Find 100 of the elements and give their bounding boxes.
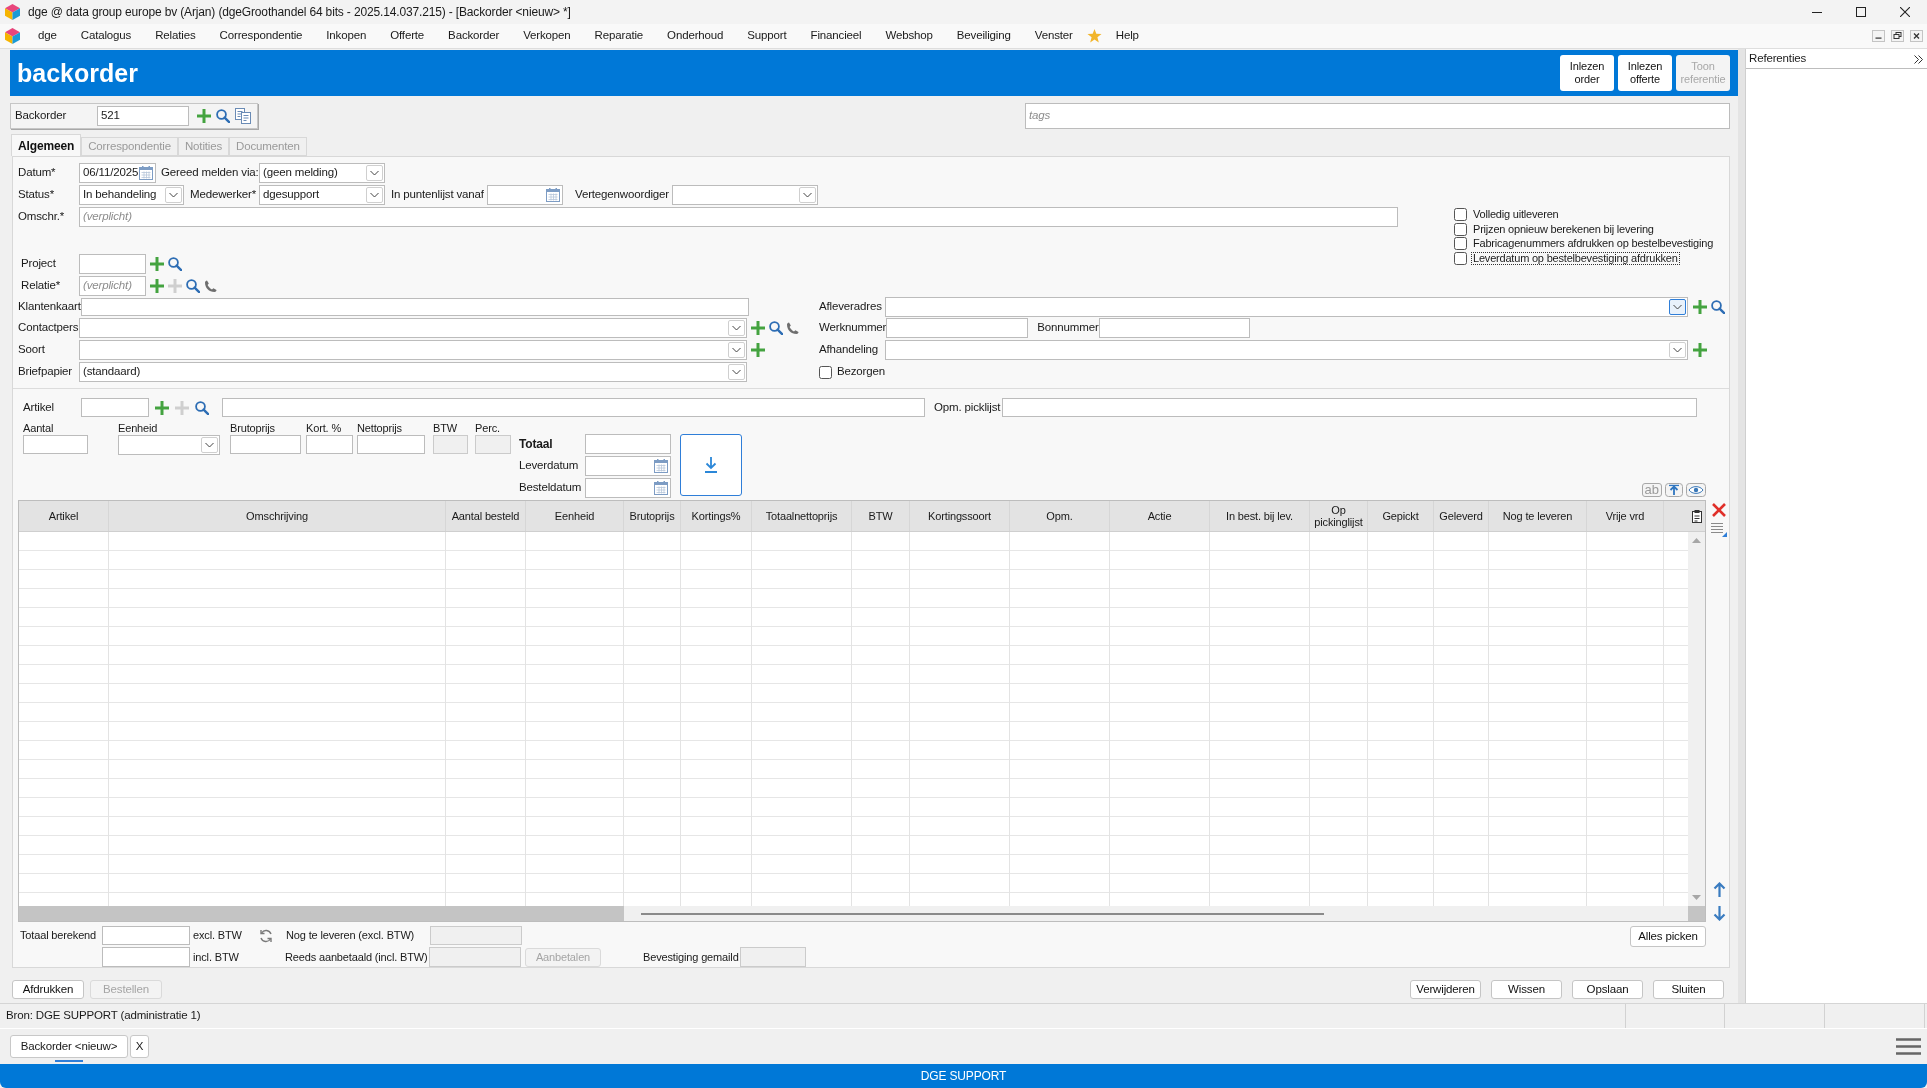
- dropdown[interactable]: In behandeling: [79, 185, 184, 205]
- checkbox[interactable]: [1454, 237, 1467, 250]
- column-header[interactable]: Brutoprijs: [629, 510, 675, 522]
- menu-icon[interactable]: [1896, 1038, 1921, 1055]
- chevron-down-icon[interactable]: [1669, 299, 1686, 315]
- arrow-down-icon[interactable]: [1712, 906, 1726, 921]
- column-header[interactable]: Vrije vrd: [1605, 510, 1645, 522]
- vertical-scrollbar[interactable]: [1688, 532, 1705, 906]
- menu-item[interactable]: Inkopen: [314, 27, 379, 45]
- readonly-field[interactable]: [740, 947, 806, 967]
- menu-item[interactable]: Support: [735, 27, 799, 45]
- dropdown[interactable]: [118, 435, 220, 455]
- search-icon[interactable]: [1711, 300, 1725, 314]
- phone-icon[interactable]: [204, 279, 217, 293]
- dropdown[interactable]: [885, 297, 1688, 317]
- text-field[interactable]: [81, 398, 149, 417]
- refresh-icon[interactable]: [259, 928, 273, 943]
- dropdown[interactable]: [885, 340, 1688, 360]
- double-chevron-icon[interactable]: [1914, 54, 1923, 64]
- calendar-icon[interactable]: [654, 459, 668, 473]
- dropdown[interactable]: (geen melding): [259, 163, 385, 183]
- upload-icon[interactable]: [1665, 483, 1683, 497]
- column-header[interactable]: Geleverd: [1439, 510, 1483, 522]
- scroll-down-icon[interactable]: [1692, 895, 1701, 900]
- search-icon[interactable]: [769, 321, 783, 335]
- readonly-field[interactable]: [430, 926, 522, 945]
- dropdown[interactable]: (standaard): [79, 362, 747, 382]
- checkbox[interactable]: [1454, 208, 1467, 221]
- clipboard-icon[interactable]: [1691, 509, 1702, 523]
- delete-icon[interactable]: [1712, 503, 1726, 517]
- import-order-button[interactable]: Inlezen order: [1560, 55, 1614, 91]
- tab[interactable]: Algemeen: [11, 134, 82, 156]
- close-tab-button[interactable]: X: [130, 1035, 149, 1058]
- text-field[interactable]: [222, 398, 925, 417]
- checkbox[interactable]: [819, 365, 832, 379]
- column-header[interactable]: Omschrijving: [246, 510, 308, 522]
- column-header[interactable]: Nog te leveren: [1502, 510, 1573, 522]
- checkbox[interactable]: [1454, 251, 1467, 265]
- menu-item[interactable]: Correspondentie: [207, 27, 315, 45]
- text-field[interactable]: [102, 926, 190, 945]
- save-button[interactable]: Opslaan: [1572, 980, 1643, 999]
- column-header[interactable]: Opm.: [1046, 510, 1073, 522]
- column-header[interactable]: Actie: [1147, 510, 1172, 522]
- column-header[interactable]: BTW: [868, 510, 893, 522]
- column-header[interactable]: Totaalnettoprijs: [765, 510, 838, 522]
- text-field[interactable]: (verplicht): [79, 276, 146, 296]
- dropdown[interactable]: [79, 318, 747, 338]
- menu-item[interactable]: Catalogus: [68, 27, 144, 45]
- calendar-icon[interactable]: [546, 188, 560, 202]
- plus-icon[interactable]: [197, 109, 211, 123]
- plus-icon[interactable]: [751, 321, 765, 335]
- column-header[interactable]: Artikel: [48, 510, 79, 522]
- search-icon[interactable]: [216, 109, 230, 123]
- menu-item[interactable]: Venster: [1022, 27, 1085, 45]
- menu-item[interactable]: Webshop: [873, 27, 945, 45]
- document-tab[interactable]: Backorder <nieuw>: [10, 1035, 128, 1058]
- date-field[interactable]: [487, 185, 563, 205]
- menu-item[interactable]: Onderhoud: [655, 27, 736, 45]
- dropdown[interactable]: [672, 185, 818, 205]
- minimize-icon[interactable]: [1872, 30, 1885, 42]
- column-header[interactable]: Kortingssoort: [928, 510, 991, 522]
- column-header[interactable]: Eenheid: [554, 510, 595, 522]
- arrow-up-icon[interactable]: [1712, 882, 1726, 897]
- column-header[interactable]: Op pickinglijst: [1310, 504, 1367, 528]
- readonly-field[interactable]: [433, 435, 468, 454]
- scroll-up-icon[interactable]: [1692, 538, 1701, 543]
- text-field[interactable]: [886, 318, 1029, 338]
- clear-button[interactable]: Wissen: [1491, 980, 1562, 999]
- checkbox[interactable]: [1454, 222, 1467, 236]
- search-icon[interactable]: [195, 400, 209, 415]
- text-field[interactable]: 521: [97, 106, 189, 126]
- plus-icon[interactable]: [155, 400, 169, 415]
- readonly-field[interactable]: [429, 947, 521, 967]
- date-field[interactable]: [585, 456, 671, 476]
- text-field[interactable]: [230, 435, 301, 454]
- dropdown[interactable]: [79, 340, 747, 360]
- text-field[interactable]: [585, 434, 671, 454]
- column-header[interactable]: Gepickt: [1382, 510, 1419, 522]
- eye-icon[interactable]: [1686, 483, 1706, 497]
- date-field[interactable]: [585, 478, 671, 498]
- menu-item[interactable]: Reparatie: [582, 27, 656, 45]
- copy-icon[interactable]: [235, 108, 251, 124]
- search-icon[interactable]: [168, 257, 182, 271]
- plus-icon[interactable]: [175, 400, 189, 415]
- text-field[interactable]: [80, 298, 749, 316]
- text-field[interactable]: tags: [1025, 103, 1730, 129]
- column-header[interactable]: Aantal besteld: [451, 510, 520, 522]
- text-field[interactable]: [306, 435, 353, 454]
- plus-icon[interactable]: [1693, 343, 1707, 357]
- horizontal-scrollbar[interactable]: [19, 906, 1705, 921]
- plus-icon[interactable]: [1693, 300, 1707, 314]
- restore-icon[interactable]: [1891, 30, 1904, 42]
- phone-icon[interactable]: [786, 321, 799, 335]
- plus-icon[interactable]: [150, 257, 164, 271]
- text-field[interactable]: [79, 254, 146, 274]
- close-button[interactable]: Sluiten: [1653, 980, 1724, 999]
- calendar-icon[interactable]: [139, 166, 153, 180]
- text-field[interactable]: [1098, 318, 1250, 338]
- menu-item[interactable]: Backorder: [436, 27, 512, 45]
- menu-item[interactable]: Beveiliging: [944, 27, 1023, 45]
